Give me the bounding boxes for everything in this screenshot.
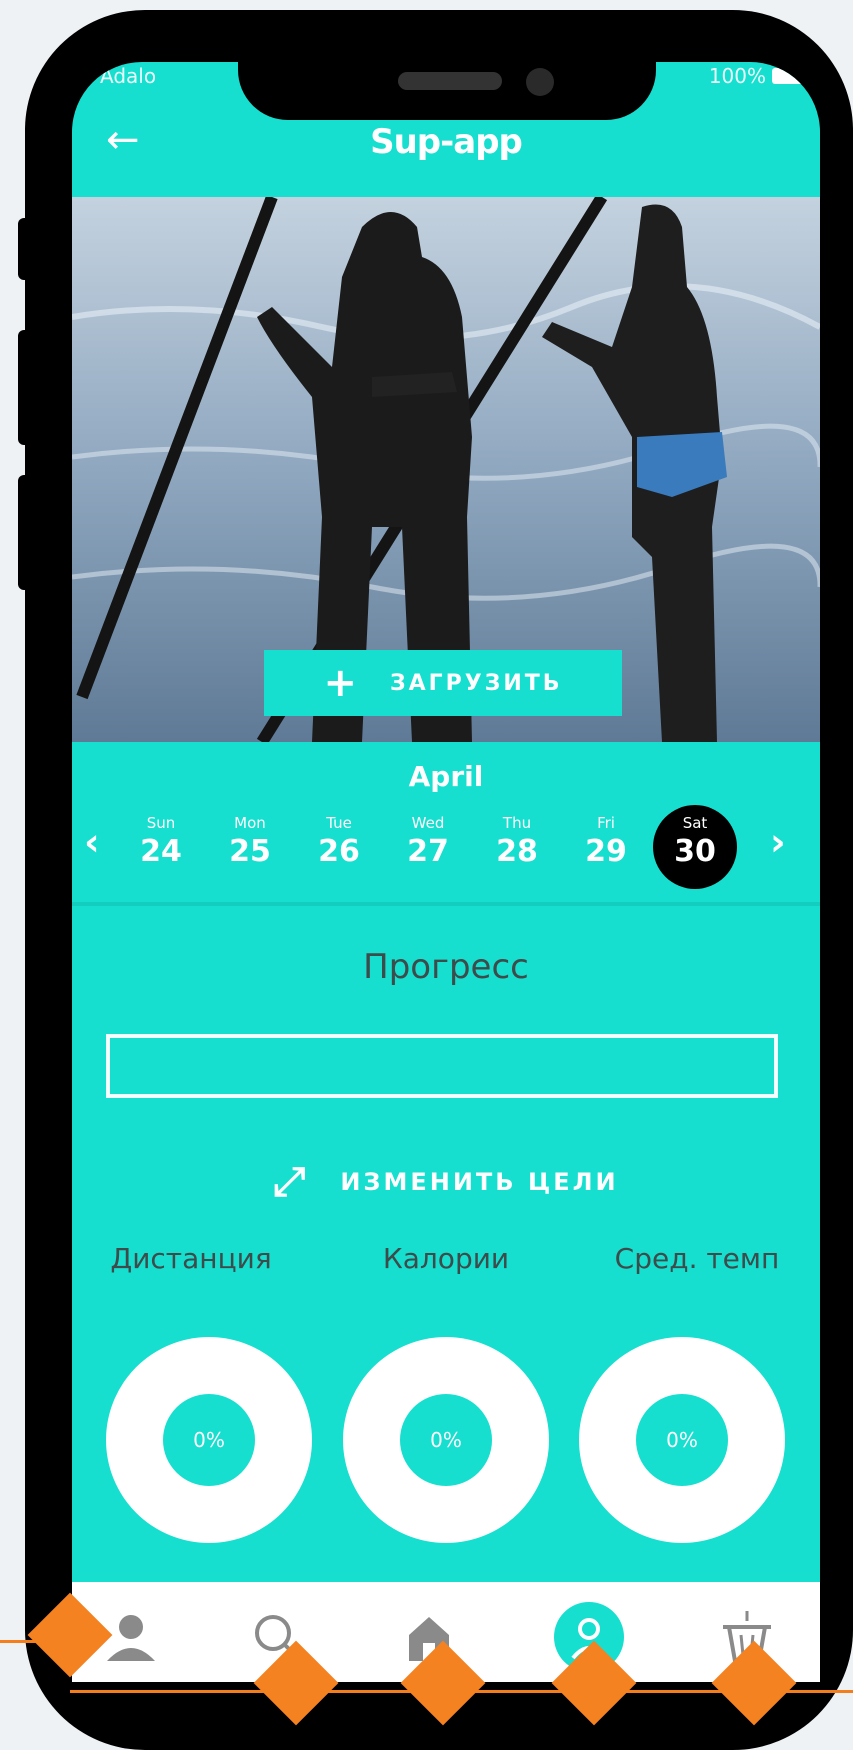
- resize-arrows-icon: ⤢: [273, 1159, 309, 1205]
- section-divider: [72, 902, 820, 906]
- day-name: Tue: [326, 814, 352, 832]
- day-date: 29: [585, 834, 627, 869]
- metric-value: 0%: [636, 1394, 728, 1486]
- metric-ring-calories: 0%: [343, 1337, 549, 1543]
- metric-label-distance: Дистанция: [110, 1242, 272, 1275]
- progress-bar: [106, 1034, 778, 1098]
- progress-title: Прогресс: [363, 947, 529, 987]
- metric-value: 0%: [400, 1394, 492, 1486]
- day-date: 24: [140, 834, 182, 869]
- app-header: ← Sup-app: [72, 110, 820, 180]
- hero-photo: + ЗАГРУЗИТЬ: [72, 197, 820, 742]
- speaker-grill: [398, 72, 502, 90]
- upload-label: ЗАГРУЗИТЬ: [389, 670, 563, 696]
- calendar-day[interactable]: Fri 29: [561, 802, 651, 892]
- status-carrier: Adalo: [100, 64, 157, 88]
- user-icon: [107, 1615, 155, 1661]
- metric-ring-distance: 0%: [106, 1337, 312, 1543]
- battery-icon: [772, 68, 810, 84]
- metric-ring-pace: 0%: [579, 1337, 785, 1543]
- day-date: 28: [496, 834, 538, 869]
- plus-icon: +: [323, 660, 360, 706]
- metric-value: 0%: [163, 1394, 255, 1486]
- day-name: Sat: [682, 814, 708, 832]
- metric-label-pace: Сред. темп: [614, 1242, 780, 1275]
- day-name: Mon: [234, 814, 266, 832]
- calendar-day[interactable]: Wed 27: [383, 802, 473, 892]
- day-date: 30: [674, 834, 716, 869]
- chevron-right-icon[interactable]: ›: [770, 820, 786, 864]
- calendar-day[interactable]: Sun 24: [116, 802, 206, 892]
- day-date: 26: [318, 834, 360, 869]
- day-date: 25: [229, 834, 271, 869]
- calendar-day[interactable]: Tue 26: [294, 802, 384, 892]
- day-name: Sun: [146, 814, 176, 832]
- app-title: Sup-app: [370, 122, 523, 162]
- front-camera: [526, 68, 554, 96]
- app-screen: Adalo 100% ← Sup-app + ЗАГРУЗИТЬ April ‹…: [72, 62, 820, 1682]
- upload-button[interactable]: + ЗАГРУЗИТЬ: [264, 650, 622, 716]
- change-goals-label: ИЗМЕНИТЬ ЦЕЛИ: [340, 1168, 619, 1196]
- calendar-day[interactable]: Thu 28: [472, 802, 562, 892]
- calendar-day[interactable]: Mon 25: [205, 802, 295, 892]
- day-name: Thu: [502, 814, 532, 832]
- calendar-week: ‹ Sun 24 Mon 25 Tue 26 Wed 27 Thu 28 Fri…: [72, 802, 820, 892]
- metric-label-calories: Калории: [382, 1242, 510, 1275]
- calendar-month: April: [408, 760, 484, 793]
- battery-percent: 100%: [708, 64, 766, 88]
- chevron-left-icon[interactable]: ‹: [84, 820, 100, 864]
- status-battery: 100%: [709, 64, 810, 88]
- day-name: Wed: [411, 814, 445, 832]
- phone-notch: [238, 58, 656, 120]
- change-goals-button[interactable]: ⤢ ИЗМЕНИТЬ ЦЕЛИ: [72, 1162, 820, 1202]
- calendar-day-selected[interactable]: Sat 30: [650, 802, 740, 892]
- day-name: Fri: [597, 814, 615, 832]
- day-date: 27: [407, 834, 449, 869]
